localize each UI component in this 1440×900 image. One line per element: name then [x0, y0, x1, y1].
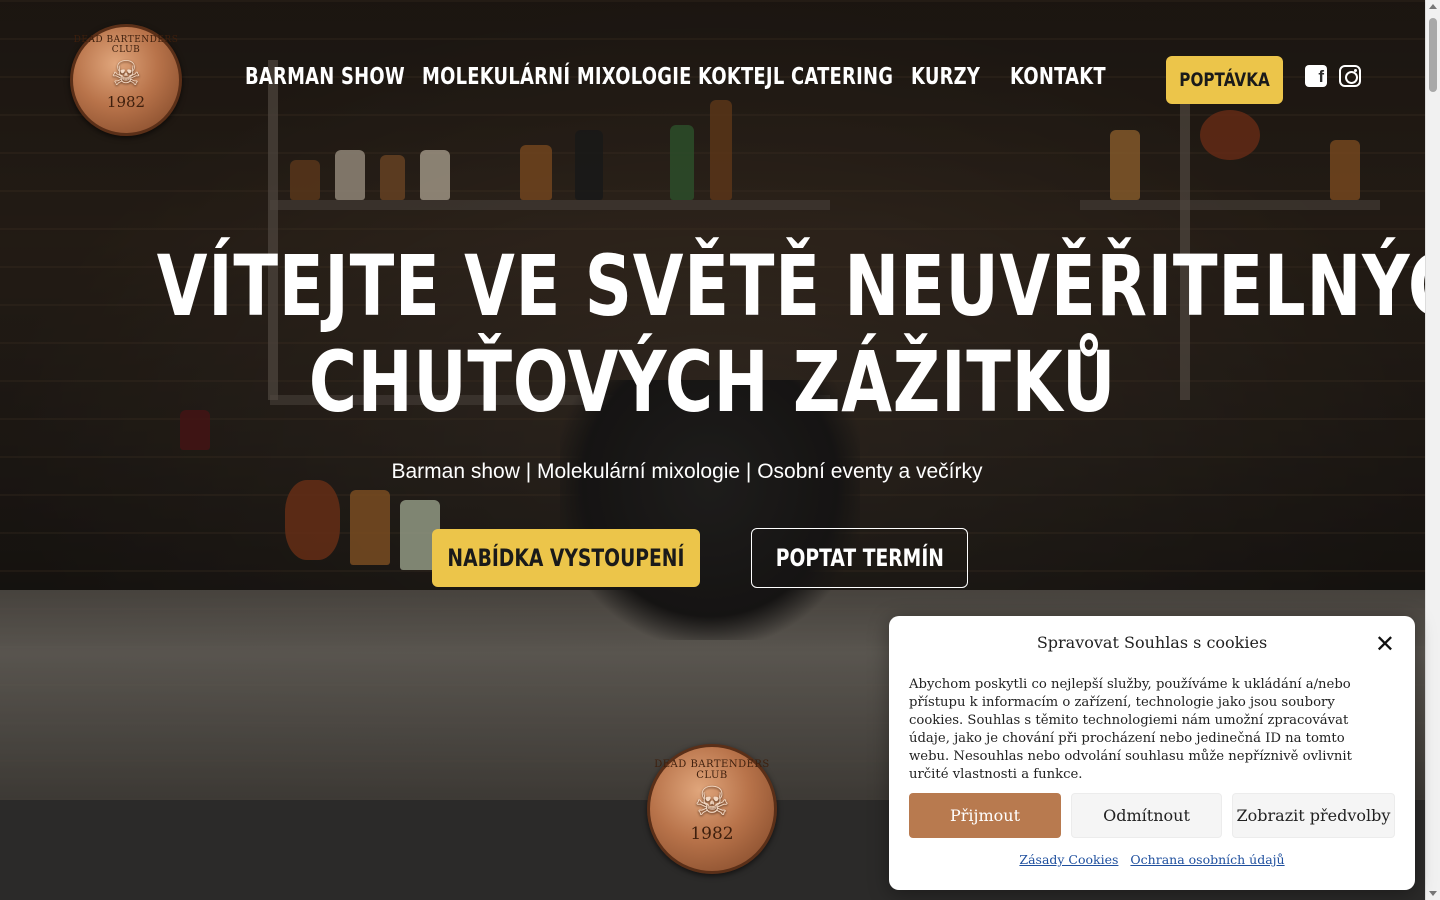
nav-label: MOLEKULÁRNÍ MIXOLOGIE [422, 64, 692, 90]
scroll-down-arrow-icon[interactable] [1429, 891, 1437, 896]
cookie-dialog-title: Spravovat Souhlas s cookies [1036, 633, 1268, 652]
logo-year: 1982 [106, 93, 146, 111]
cookie-dialog-text: Abychom poskytli co nejlepší služby, pou… [909, 677, 1352, 782]
deny-cookies-button[interactable]: Odmítnout [1071, 793, 1222, 838]
nav-barman-show[interactable]: BARMAN SHOW [245, 64, 450, 90]
nav-label: KONTAKT [1010, 64, 1106, 90]
view-preferences-button[interactable]: Zobrazit předvolby [1232, 793, 1395, 838]
skull-icon: ☠ [110, 55, 142, 93]
cookie-links: Zásady Cookies Ochrana osobních údajů [889, 852, 1415, 867]
section-logo: DEAD BARTENDERS CLUB ☠ 1982 [647, 744, 777, 874]
scrollbar-thumb[interactable] [1429, 18, 1437, 92]
facebook-icon[interactable]: f [1305, 65, 1327, 87]
hero-headline: VÍTEJTE VE SVĚTĚ NEUVĚŘITELNÝCH CHUŤOVÝC… [0, 237, 1440, 431]
logo-ring-text: DEAD BARTENDERS CLUB [654, 759, 770, 781]
logo-ring-text: DEAD BARTENDERS CLUB [73, 35, 179, 55]
cookie-policy-link[interactable]: Zásady Cookies [1019, 852, 1118, 867]
headline-line-1: VÍTEJTE VE SVĚTĚ NEUVĚŘITELNÝCH [156, 237, 1440, 335]
nav-label: BARMAN SHOW [245, 64, 405, 90]
nav-kurzy[interactable]: KURZY [911, 64, 1000, 90]
scroll-up-arrow-icon[interactable] [1429, 4, 1437, 9]
cta-primary-label: NABÍDKA VYSTOUPENÍ [447, 544, 685, 572]
nav-kontakt[interactable]: KONTAKT [1010, 64, 1133, 90]
cta-secondary-label: POPTAT TERMÍN [775, 544, 944, 572]
nav-label: KOKTEJL CATERING [698, 64, 894, 90]
logo-year: 1982 [690, 824, 734, 844]
hero-subline: Barman show | Molekulární mixologie | Os… [391, 460, 983, 483]
poptavka-button[interactable]: POPTÁVKA [1166, 56, 1283, 104]
accept-cookies-button[interactable]: Přijmout [909, 793, 1061, 838]
privacy-policy-link[interactable]: Ochrana osobních údajů [1130, 852, 1284, 867]
nav-label: KURZY [911, 64, 981, 90]
poptavka-label: POPTÁVKA [1179, 69, 1270, 91]
poptat-termin-button[interactable]: POPTAT TERMÍN [751, 528, 968, 588]
site-logo[interactable]: DEAD BARTENDERS CLUB ☠ 1982 [70, 24, 182, 136]
headline-line-2: CHUŤOVÝCH ZÁŽITKŮ [308, 333, 1117, 431]
close-icon[interactable]: ✕ [1375, 632, 1395, 656]
page-scrollbar[interactable] [1425, 0, 1440, 900]
skull-icon: ☠ [694, 780, 730, 824]
nabidka-vystoupeni-button[interactable]: NABÍDKA VYSTOUPENÍ [432, 529, 700, 587]
instagram-icon[interactable] [1339, 65, 1361, 87]
cookie-consent-dialog: Spravovat Souhlas s cookies ✕ Abychom po… [889, 616, 1415, 890]
